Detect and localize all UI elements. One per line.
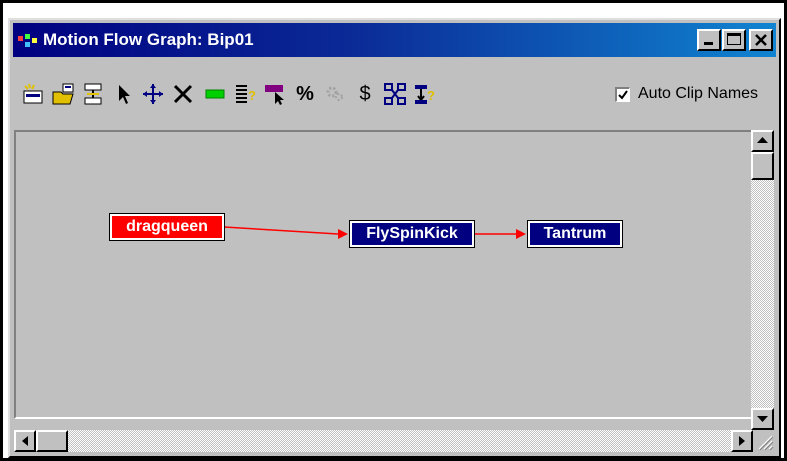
- show-transition-icon: ?: [415, 85, 435, 104]
- create-random-start-button[interactable]: [202, 82, 228, 106]
- edge-arrowhead: [516, 229, 526, 239]
- create-multiple-clips-button[interactable]: [50, 82, 76, 106]
- create-transition-icon: [84, 83, 102, 105]
- select-random-start-icon: [265, 85, 284, 105]
- create-multiple-clips-icon: [52, 83, 74, 105]
- clip-node-dragqueen[interactable]: dragqueen: [109, 213, 225, 241]
- minimize-button[interactable]: [697, 29, 721, 51]
- maximize-button[interactable]: [722, 29, 746, 51]
- title-bar[interactable]: Motion Flow Graph: Bip01: [13, 23, 776, 57]
- scroll-left-button[interactable]: [14, 430, 36, 452]
- percentage-button[interactable]: %: [292, 82, 318, 106]
- arrow-up-icon: [757, 137, 768, 143]
- auto-clip-names-checkbox[interactable]: [615, 86, 630, 102]
- toolbar: ? % $ ? Auto Clip Names: [10, 72, 768, 112]
- vertical-scrollbar[interactable]: [751, 130, 774, 432]
- clip-node-flyspinkick[interactable]: FlySpinKick: [349, 220, 475, 248]
- zoom-extents-button[interactable]: [382, 82, 408, 106]
- horizontal-scroll-thumb[interactable]: [36, 430, 68, 452]
- horizontal-scrollbar[interactable]: [14, 430, 753, 452]
- optimize-button[interactable]: [322, 82, 348, 106]
- create-unified-motion-icon: $: [359, 82, 371, 105]
- window-title: Motion Flow Graph: Bip01: [43, 30, 254, 49]
- close-icon: [755, 34, 767, 46]
- edit-clip-button[interactable]: ?: [232, 82, 258, 106]
- scroll-right-button[interactable]: [731, 430, 753, 452]
- percentage-icon: %: [296, 82, 314, 105]
- select-random-start-button[interactable]: [262, 82, 288, 106]
- minimize-icon: [704, 42, 713, 45]
- resize-grip[interactable]: [753, 430, 774, 452]
- optimize-icon: [326, 86, 343, 101]
- horizontal-scroll-track[interactable]: [14, 430, 753, 452]
- graph-edges: [223, 226, 526, 239]
- resize-grip-icon: [758, 435, 774, 451]
- vertical-scroll-thumb[interactable]: [751, 152, 774, 180]
- arrow-left-icon: [22, 436, 28, 446]
- create-random-start-icon: [205, 89, 225, 99]
- scroll-up-button[interactable]: [751, 130, 774, 152]
- edge-dragqueen-flyspinkick[interactable]: [223, 226, 339, 235]
- zoom-extents-icon: [384, 83, 406, 105]
- arrow-right-icon: [739, 436, 745, 446]
- delete-icon: [173, 84, 193, 104]
- svg-text:?: ?: [427, 88, 435, 103]
- motion-flow-graph-window: Motion Flow Graph: Bip01 ? % $ ? Auto Cl…: [8, 18, 781, 458]
- auto-clip-names-option[interactable]: Auto Clip Names: [615, 85, 758, 103]
- edge-arrowhead: [338, 229, 348, 239]
- select-button[interactable]: [110, 82, 136, 106]
- create-unified-motion-button[interactable]: $: [352, 82, 378, 106]
- select-icon: [119, 85, 130, 104]
- create-clip-icon: [23, 83, 43, 104]
- close-button[interactable]: [749, 29, 773, 51]
- graph-canvas[interactable]: dragqueen FlySpinKick Tantrum: [14, 130, 757, 419]
- show-transition-button[interactable]: ?: [412, 82, 438, 106]
- arrow-down-icon: [757, 416, 768, 422]
- move-icon: [143, 84, 163, 104]
- auto-clip-names-label: Auto Clip Names: [638, 85, 759, 102]
- create-clip-button[interactable]: [20, 82, 46, 106]
- move-button[interactable]: [140, 82, 166, 106]
- svg-text:?: ?: [248, 88, 256, 103]
- check-icon: [618, 89, 628, 100]
- edit-clip-icon: ?: [236, 85, 256, 103]
- clip-node-tantrum[interactable]: Tantrum: [527, 220, 623, 248]
- create-transition-button[interactable]: [80, 82, 106, 106]
- app-icon: [18, 34, 37, 47]
- maximize-icon: [727, 33, 741, 45]
- delete-button[interactable]: [170, 82, 196, 106]
- scroll-down-button[interactable]: [751, 408, 774, 430]
